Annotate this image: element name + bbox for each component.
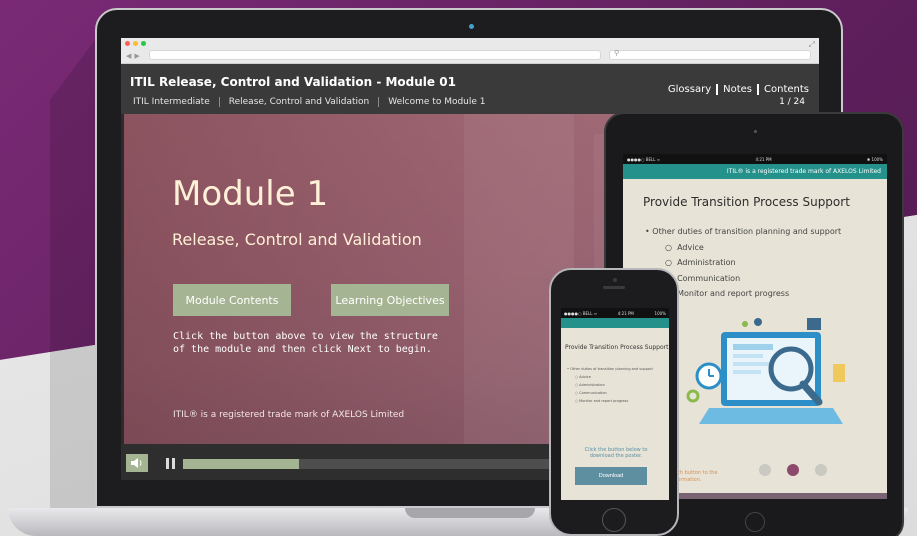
breadcrumb: ITIL Intermediate Release, Control and V… (133, 97, 486, 107)
glossary-link[interactable]: Glossary (668, 84, 711, 95)
list-item: Monitor and report progress (677, 289, 790, 298)
hero-instructions: Click the button above to view the struc… (173, 331, 438, 355)
battery-label: 100% (654, 310, 666, 316)
phone-banner (561, 318, 669, 328)
breadcrumb-item[interactable]: Welcome to Module 1 (388, 97, 485, 107)
maximize-window-icon[interactable] (141, 41, 146, 46)
breadcrumb-item[interactable]: Release, Control and Validation (229, 97, 370, 107)
phone-status-bar: ●●●●○ BELL ≈ 4:21 PM 100% (561, 308, 669, 318)
list-item: Monitor and report progress (579, 399, 629, 403)
window-controls (125, 41, 146, 46)
browser-toolbar: ◀▶ ⚲ ⤢ (121, 38, 819, 64)
clock-label: 4:21 PM (617, 310, 634, 316)
course-title: ITIL Release, Control and Validation - M… (130, 75, 456, 89)
phone-home-button[interactable] (602, 508, 626, 532)
breadcrumb-separator (218, 97, 220, 107)
forward-arrow-icon[interactable]: ▶ (134, 52, 142, 60)
tablet-banner: ITIL® is a registered trade mark of AXEL… (623, 164, 887, 179)
slide-dots (759, 464, 827, 476)
phone-bullet-list: • Other duties of transition planning an… (567, 367, 653, 403)
tablet-camera (754, 130, 757, 133)
trademark-notice: ITIL® is a registered trade mark of AXEL… (173, 410, 405, 420)
phone-camera (613, 278, 617, 282)
browser-search-bar[interactable]: ⚲ (609, 49, 811, 60)
tablet-hint: each button to the information. (671, 470, 718, 483)
phone-speaker (603, 286, 625, 289)
list-item: Other duties of transition planning and … (570, 367, 653, 371)
list-item: Administration (677, 258, 736, 267)
learning-objectives-button[interactable]: Learning Objectives (331, 284, 449, 316)
slide-dot[interactable] (815, 464, 827, 476)
battery-label: ✱ 100% (866, 156, 883, 162)
download-button[interactable]: Download (575, 467, 647, 485)
list-item: Advice (677, 242, 704, 252)
close-window-icon[interactable] (125, 41, 130, 46)
progress-fill (183, 459, 299, 469)
phone-instructions: Click the button below to download the p… (584, 447, 648, 459)
tablet-slide-title: Provide Transition Process Support (643, 195, 850, 209)
slide-dot[interactable] (759, 464, 771, 476)
tablet-home-button[interactable] (745, 512, 765, 532)
list-item: Advice (579, 375, 591, 379)
progress-track[interactable] (183, 459, 583, 469)
laptop-illustration (686, 318, 845, 424)
page-counter: 1 / 24 (779, 97, 805, 107)
url-bar[interactable] (149, 50, 601, 60)
carrier-label: ●●●●○ BELL ≈ (564, 310, 598, 316)
breadcrumb-separator (378, 97, 380, 107)
contents-link[interactable]: Contents (764, 84, 809, 95)
search-icon: ⚲ (614, 49, 620, 57)
phone-screen: ●●●●○ BELL ≈ 4:21 PM 100% Provide Transi… (561, 308, 669, 500)
volume-button[interactable] (126, 454, 148, 472)
module-title: Module 1 (172, 174, 329, 214)
link-separator (716, 84, 719, 95)
carrier-label: ●●●●○ BELL ≈ (627, 156, 661, 162)
top-links: Glossary Notes Contents (668, 84, 809, 95)
slide-dot-active[interactable] (787, 464, 799, 476)
pause-icon[interactable] (166, 458, 175, 469)
list-item: Other duties of transition planning and … (652, 227, 842, 236)
expand-icon[interactable]: ⤢ (809, 40, 815, 50)
list-item: Communication (579, 391, 607, 395)
breadcrumb-item[interactable]: ITIL Intermediate (133, 97, 210, 107)
course-header: ITIL Release, Control and Validation - M… (121, 64, 819, 114)
module-contents-button[interactable]: Module Contents (173, 284, 291, 316)
minimize-window-icon[interactable] (133, 41, 138, 46)
clock-label: 4:21 PM (755, 156, 772, 162)
list-item: Communication (677, 273, 741, 283)
laptop-camera (469, 24, 474, 29)
phone-slide-title: Provide Transition Process Support (565, 344, 669, 351)
phone-frame: ●●●●○ BELL ≈ 4:21 PM 100% Provide Transi… (549, 268, 679, 536)
volume-icon (131, 458, 142, 468)
module-subtitle: Release, Control and Validation (172, 230, 422, 249)
link-separator (757, 84, 760, 95)
tablet-status-bar: ●●●●○ BELL ≈ 4:21 PM ✱ 100% (623, 154, 887, 164)
browser-nav: ◀▶ (126, 52, 143, 60)
laptop-notch (405, 508, 535, 518)
notes-link[interactable]: Notes (723, 84, 752, 95)
list-item: Administration (579, 383, 605, 387)
